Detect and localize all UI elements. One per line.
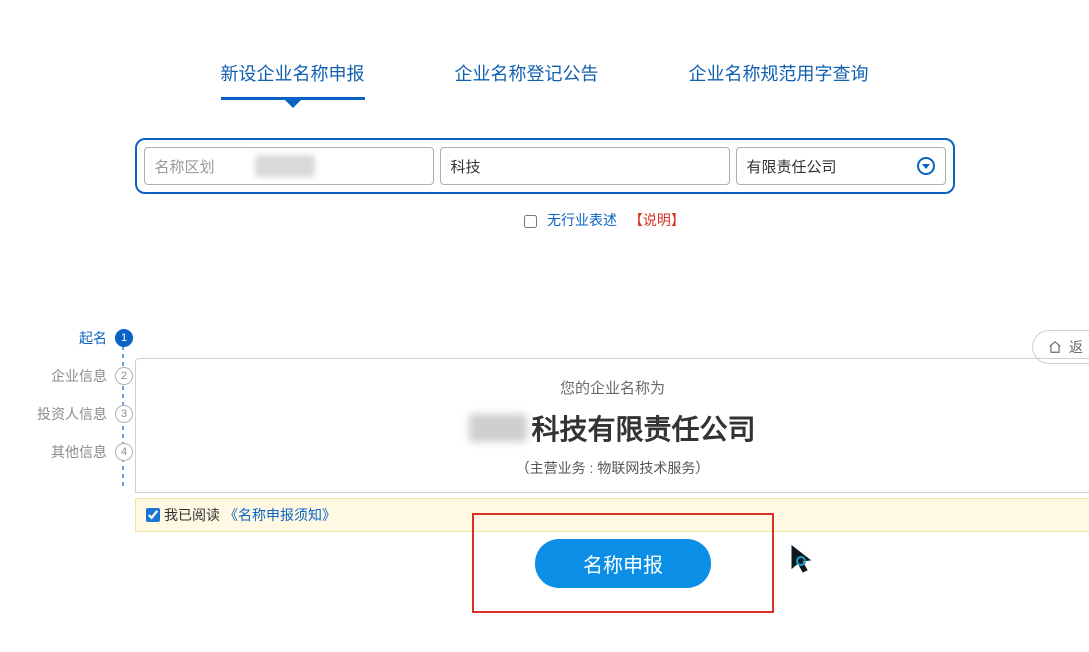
steps-sidebar: 起名 1 企业信息 2 投资人信息 3 其他信息 4 bbox=[18, 328, 133, 480]
cursor-icon bbox=[790, 544, 816, 574]
name-form-container: 名称区划 科技 有限责任公司 bbox=[135, 138, 955, 194]
step-label: 起名 bbox=[79, 328, 107, 348]
company-name-suffix: 科技有限责任公司 bbox=[531, 408, 755, 448]
orgtype-value: 有限责任公司 bbox=[747, 156, 837, 177]
step-number-icon: 4 bbox=[115, 443, 133, 461]
tab-label: 企业名称规范用字查询 bbox=[689, 64, 869, 84]
tab-name-registration-notice[interactable]: 企业名称登记公告 bbox=[455, 60, 599, 98]
no-industry-explain-link[interactable]: 【说明】 bbox=[629, 212, 685, 228]
company-name: 科技有限责任公司 bbox=[146, 408, 1079, 448]
step-label: 其他信息 bbox=[51, 442, 107, 462]
tab-bar: 新设企业名称申报 企业名称登记公告 企业名称规范用字查询 bbox=[0, 60, 1089, 98]
no-industry-label: 无行业表述 bbox=[547, 212, 617, 228]
submit-highlight-box: 名称申报 bbox=[472, 513, 774, 613]
step-label: 投资人信息 bbox=[37, 404, 107, 424]
home-icon bbox=[1047, 340, 1063, 354]
active-tab-indicator-icon bbox=[285, 100, 301, 108]
step-naming[interactable]: 起名 1 bbox=[18, 328, 133, 348]
agreement-prefix: 我已阅读 bbox=[164, 505, 220, 525]
no-industry-checkbox[interactable] bbox=[524, 215, 537, 228]
name-preview-panel: 您的企业名称为 科技有限责任公司 （主营业务 : 物联网技术服务） bbox=[135, 358, 1089, 493]
preview-lead: 您的企业名称为 bbox=[146, 377, 1079, 398]
submit-name-button[interactable]: 名称申报 bbox=[535, 539, 711, 588]
return-label: 返 bbox=[1069, 337, 1083, 357]
no-industry-row: 无行业表述 【说明】 bbox=[0, 210, 1089, 230]
step-company-info[interactable]: 企业信息 2 bbox=[18, 366, 133, 386]
agreement-link[interactable]: 《名称申报须知》 bbox=[224, 505, 336, 525]
tab-label: 新设企业名称申报 bbox=[221, 64, 365, 84]
step-number-icon: 3 bbox=[115, 405, 133, 423]
chevron-down-icon bbox=[917, 157, 935, 175]
agreement-checkbox[interactable] bbox=[146, 508, 160, 522]
name-form-row: 名称区划 科技 有限责任公司 bbox=[144, 147, 946, 185]
tab-name-char-lookup[interactable]: 企业名称规范用字查询 bbox=[689, 60, 869, 98]
region-value-redacted bbox=[255, 155, 315, 177]
region-placeholder: 名称区划 bbox=[155, 156, 215, 177]
industry-field[interactable]: 科技 bbox=[440, 147, 730, 185]
company-name-prefix-redacted bbox=[469, 414, 527, 442]
step-investor-info[interactable]: 投资人信息 3 bbox=[18, 404, 133, 424]
orgtype-field[interactable]: 有限责任公司 bbox=[736, 147, 946, 185]
region-field[interactable]: 名称区划 bbox=[144, 147, 434, 185]
industry-value: 科技 bbox=[451, 156, 481, 177]
tab-label: 企业名称登记公告 bbox=[455, 64, 599, 84]
step-other-info[interactable]: 其他信息 4 bbox=[18, 442, 133, 462]
step-number-icon: 1 bbox=[115, 329, 133, 347]
step-label: 企业信息 bbox=[51, 366, 107, 386]
step-number-icon: 2 bbox=[115, 367, 133, 385]
tab-new-name-application[interactable]: 新设企业名称申报 bbox=[221, 60, 365, 98]
main-business-line: （主营业务 : 物联网技术服务） bbox=[146, 458, 1079, 478]
